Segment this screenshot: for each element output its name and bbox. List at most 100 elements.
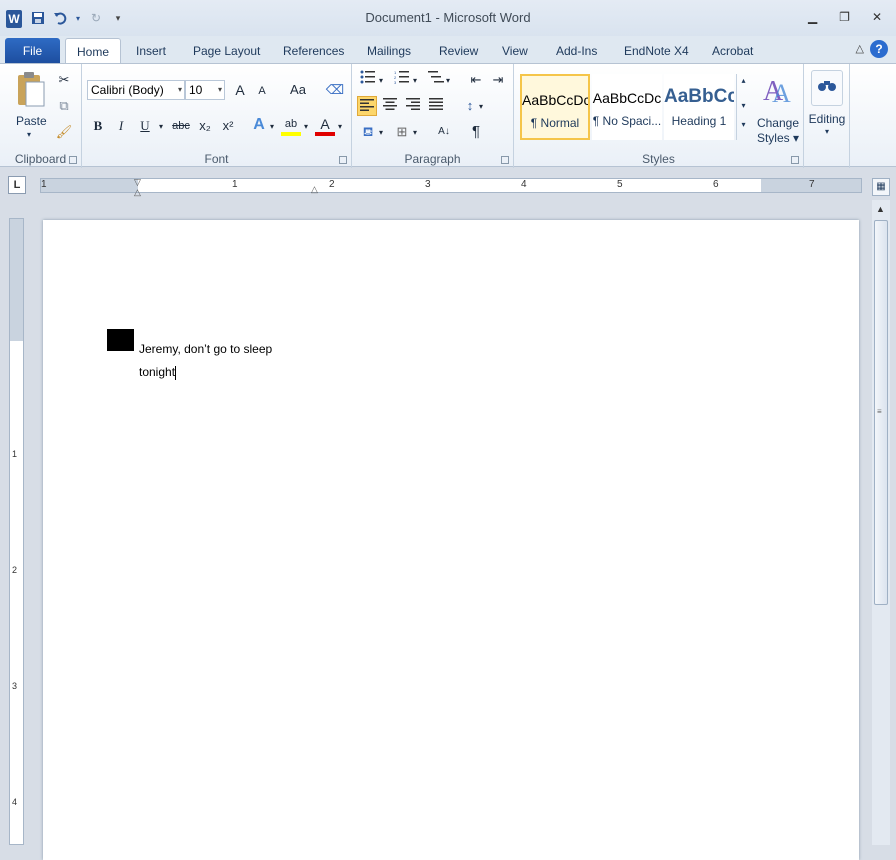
document-line-1[interactable]: Jeremy, don’t go to sleep <box>139 342 272 356</box>
style-sample: AaBbCc <box>664 86 734 107</box>
svg-text:A: A <box>772 79 791 106</box>
change-styles-button[interactable]: Change Styles ▾ <box>750 116 806 146</box>
text-effects-button[interactable]: A <box>249 115 269 135</box>
tab-file[interactable]: File <box>5 38 60 64</box>
numbering-dropdown-icon[interactable]: ▾ <box>410 71 420 91</box>
font-color-button[interactable]: A <box>315 114 335 136</box>
tab-view[interactable]: View <box>496 38 534 64</box>
tab-insert[interactable]: Insert <box>130 38 172 64</box>
document-page[interactable] <box>43 220 859 860</box>
font-group: Calibri (Body) ▾ 10 ▾ A A Aa ⌫ B I U ▾ a… <box>82 64 352 168</box>
binoculars-icon[interactable] <box>811 70 843 106</box>
shrink-font-button[interactable]: A <box>252 81 272 101</box>
tab-mailings[interactable]: Mailings <box>361 38 417 64</box>
decrease-indent-icon[interactable]: ⇤ <box>466 70 486 90</box>
scroll-up-icon[interactable]: ▲ <box>876 204 885 214</box>
minimize-ribbon-icon[interactable]: △ <box>856 42 864 55</box>
paste-button[interactable]: Paste <box>16 114 47 128</box>
font-size-select[interactable]: 10 ▾ <box>185 80 225 100</box>
more-styles-icon[interactable]: ▾ <box>737 120 750 129</box>
show-hide-button[interactable]: ¶ <box>466 122 486 142</box>
bullets-icon[interactable] <box>358 70 378 90</box>
style-name: ¶ Normal <box>530 116 580 130</box>
chevron-down-icon: ▾ <box>177 85 182 94</box>
document-line-2-text: tonight <box>139 365 176 379</box>
minimize-icon[interactable]: ▁ <box>808 10 817 24</box>
clear-formatting-icon[interactable]: ⌫ <box>325 80 345 100</box>
shading-dropdown-icon[interactable]: ▾ <box>376 123 386 143</box>
italic-button[interactable]: I <box>111 116 131 136</box>
help-icon[interactable]: ? <box>870 40 888 58</box>
font-color-dropdown-icon[interactable]: ▾ <box>335 117 345 137</box>
shading-icon[interactable]: ⛾ <box>358 122 378 142</box>
strikethrough-button[interactable]: abc <box>170 116 192 136</box>
format-painter-icon[interactable]: 🖌 <box>54 122 74 142</box>
tab-add-ins[interactable]: Add-Ins <box>550 38 603 64</box>
bold-button[interactable]: B <box>88 116 108 136</box>
styles-scroll[interactable]: ▴ ▾ ▾ <box>736 74 750 140</box>
document-line-2[interactable]: tonight <box>139 365 177 380</box>
text-effects-dropdown-icon[interactable]: ▾ <box>267 117 277 137</box>
change-styles-icon[interactable]: AA <box>758 72 798 108</box>
close-icon[interactable]: ✕ <box>872 10 882 24</box>
bullets-dropdown-icon[interactable]: ▾ <box>376 71 386 91</box>
editing-button[interactable]: Editing <box>804 112 850 126</box>
scroll-up-icon[interactable]: ▴ <box>737 76 750 85</box>
align-center-button[interactable] <box>380 96 400 116</box>
tab-review[interactable]: Review <box>433 38 484 64</box>
sort-button[interactable]: A↓ <box>432 122 456 142</box>
ruler-number: 5 <box>617 179 623 190</box>
highlight-dropdown-icon[interactable]: ▾ <box>301 117 311 137</box>
underline-button[interactable]: U <box>135 116 155 136</box>
font-launcher-icon[interactable] <box>339 156 347 164</box>
paragraph-launcher-icon[interactable] <box>501 156 509 164</box>
ruler-number: 4 <box>521 179 527 190</box>
tab-acrobat[interactable]: Acrobat <box>706 38 759 64</box>
numbering-icon[interactable]: 123 <box>392 70 412 90</box>
copy-icon[interactable]: ⧉ <box>54 96 74 116</box>
paste-icon[interactable] <box>12 70 48 110</box>
style-heading-1[interactable]: AaBbCc Heading 1 <box>664 74 734 140</box>
borders-dropdown-icon[interactable]: ▾ <box>410 123 420 143</box>
font-name-select[interactable]: Calibri (Body) ▾ <box>87 80 185 100</box>
ruler-number: 1 <box>232 179 238 190</box>
change-case-button[interactable]: Aa <box>285 80 311 100</box>
editing-dropdown-icon[interactable]: ▾ <box>804 127 850 136</box>
horizontal-ruler[interactable]: 1 1 2 3 4 5 6 7 ▽ △ △ <box>40 177 862 197</box>
tab-stop-marker[interactable]: △ <box>311 184 318 195</box>
hanging-indent-marker[interactable]: △ <box>134 187 141 198</box>
superscript-button[interactable]: x² <box>218 116 238 136</box>
vertical-ruler[interactable]: 1 2 3 4 <box>9 218 24 845</box>
style-normal[interactable]: AaBbCcDc ¶ Normal <box>520 74 590 140</box>
style-name: Heading 1 <box>671 114 727 128</box>
scroll-thumb[interactable]: ≡ <box>874 220 888 605</box>
tab-selector[interactable]: L <box>8 176 26 194</box>
align-left-button[interactable] <box>357 96 377 116</box>
vertical-scrollbar[interactable]: ▲ ≡ <box>872 200 890 845</box>
grow-font-button[interactable]: A <box>230 80 250 100</box>
increase-indent-icon[interactable]: ⇥ <box>488 70 508 90</box>
clipboard-launcher-icon[interactable] <box>69 156 77 164</box>
highlight-button[interactable]: ab <box>281 114 301 136</box>
editing-group: Editing ▾ <box>804 64 850 168</box>
underline-dropdown-icon[interactable]: ▾ <box>156 117 166 137</box>
scroll-down-icon[interactable]: ▾ <box>737 101 750 110</box>
justify-button[interactable] <box>426 96 446 116</box>
tab-endnote[interactable]: EndNote X4 <box>618 38 695 64</box>
styles-launcher-icon[interactable] <box>791 156 799 164</box>
style-no-spacing[interactable]: AaBbCcDc ¶ No Spaci... <box>592 74 662 140</box>
view-ruler-icon[interactable]: ▦ <box>872 178 890 196</box>
multilevel-dropdown-icon[interactable]: ▾ <box>443 71 453 91</box>
restore-icon[interactable]: ❐ <box>839 10 850 24</box>
paste-dropdown-icon[interactable]: ▾ <box>27 130 31 139</box>
tab-references[interactable]: References <box>277 38 350 64</box>
line-spacing-dropdown-icon[interactable]: ▾ <box>476 97 486 117</box>
tab-page-layout[interactable]: Page Layout <box>187 38 266 64</box>
tab-home[interactable]: Home <box>65 38 121 64</box>
borders-icon[interactable]: ⊞ <box>392 122 412 142</box>
window-controls: ▁ ❐ ✕ <box>808 10 882 24</box>
cut-icon[interactable]: ✂ <box>54 70 74 90</box>
align-right-button[interactable] <box>403 96 423 116</box>
subscript-button[interactable]: x₂ <box>195 116 215 136</box>
paragraph-label: Paragraph <box>404 152 461 166</box>
